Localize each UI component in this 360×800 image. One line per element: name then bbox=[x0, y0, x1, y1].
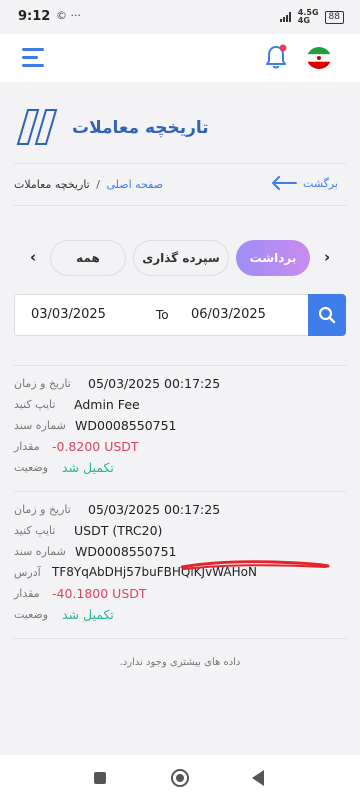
hamburger-menu-icon[interactable] bbox=[22, 48, 44, 68]
record-amount-row: مقدار -0.8200 USDT bbox=[14, 437, 346, 458]
amount-value: -0.8200 USDT bbox=[52, 439, 139, 454]
from-date-input[interactable]: 03/03/2025 bbox=[31, 307, 106, 322]
record-amount-row: مقدار -40.1800 USDT bbox=[14, 584, 346, 605]
divider bbox=[14, 163, 346, 164]
doc-number-value: WD0008550751 bbox=[75, 544, 177, 559]
record-status-row: وضعیت تکمیل شد bbox=[14, 605, 346, 626]
doc-number-value: WD0008550751 bbox=[75, 418, 177, 433]
doc-number-label: شماره سند bbox=[14, 545, 66, 558]
title-slashes-icon bbox=[16, 109, 58, 145]
network-type: 4.5G 4G bbox=[297, 8, 319, 25]
record-type-row: تایپ کنید USDT (TRC20) bbox=[14, 521, 346, 542]
redaction-scribble bbox=[180, 560, 330, 570]
type-value: Admin Fee bbox=[74, 397, 140, 412]
search-icon bbox=[318, 306, 336, 324]
status-value: تکمیل شد bbox=[62, 607, 114, 622]
record-datetime-row: تاریخ و زمان 05/03/2025 00:17:25 bbox=[14, 374, 346, 395]
divider bbox=[14, 365, 346, 366]
back-button-label: برگشت bbox=[303, 176, 338, 190]
datetime-label: تاریخ و زمان bbox=[14, 503, 71, 516]
page-title: تاریخچه معاملات bbox=[72, 118, 209, 138]
type-value: USDT (TRC20) bbox=[74, 523, 163, 538]
notification-icons: © ··· bbox=[56, 9, 81, 22]
datetime-value: 05/03/2025 00:17:25 bbox=[88, 502, 221, 517]
status-bar: 9:12 © ··· 4.5G 4G 88 bbox=[0, 0, 360, 34]
status-label: وضعیت bbox=[14, 608, 49, 621]
datetime-value: 05/03/2025 00:17:25 bbox=[88, 376, 221, 391]
doc-number-label: شماره سند bbox=[14, 419, 66, 432]
date-range-filter: 03/03/2025 To 06/03/2025 bbox=[14, 294, 346, 336]
tabs-scroll-right-icon[interactable]: › bbox=[324, 248, 330, 266]
breadcrumb-row: صفحه اصلی / تاریخچه معاملات برگشت bbox=[0, 174, 360, 198]
tab-deposit[interactable]: سپرده گذاری bbox=[133, 240, 229, 276]
breadcrumb-home-link[interactable]: صفحه اصلی bbox=[106, 178, 163, 191]
notification-bell-icon[interactable] bbox=[264, 44, 288, 70]
status-right: 4.5G 4G 88 bbox=[279, 8, 344, 25]
breadcrumb-separator: / bbox=[96, 178, 100, 191]
tab-all[interactable]: همه bbox=[50, 240, 126, 276]
transaction-type-tabs: ‹ همه سپرده گذاری برداشت › bbox=[0, 240, 360, 278]
back-button[interactable]: برگشت bbox=[271, 176, 338, 190]
amount-value: -40.1800 USDT bbox=[52, 586, 147, 601]
status-value: تکمیل شد bbox=[62, 460, 114, 475]
datetime-label: تاریخ و زمان bbox=[14, 377, 71, 390]
type-label: تایپ کنید bbox=[14, 524, 56, 537]
home-icon[interactable] bbox=[171, 769, 189, 787]
back-triangle-icon[interactable] bbox=[252, 770, 264, 786]
divider bbox=[14, 491, 346, 492]
iran-flag-icon[interactable] bbox=[307, 47, 331, 69]
address-label: آدرس bbox=[14, 566, 41, 579]
no-more-data-message: داده های بیشتری وجود ندارد. bbox=[119, 657, 241, 668]
transaction-record: تاریخ و زمان 05/03/2025 00:17:25 تایپ کن… bbox=[14, 374, 346, 479]
status-label: وضعیت bbox=[14, 461, 49, 474]
record-type-row: تایپ کنید Admin Fee bbox=[14, 395, 346, 416]
record-datetime-row: تاریخ و زمان 05/03/2025 00:17:25 bbox=[14, 500, 346, 521]
amount-label: مقدار bbox=[14, 587, 40, 600]
battery-icon: 88 bbox=[324, 10, 344, 24]
to-label: To bbox=[156, 308, 169, 322]
app-header bbox=[0, 34, 360, 82]
record-status-row: وضعیت تکمیل شد bbox=[14, 458, 346, 479]
page-title-section: تاریخچه معاملات bbox=[0, 108, 360, 152]
system-nav-bar bbox=[0, 755, 360, 800]
breadcrumb: صفحه اصلی / تاریخچه معاملات bbox=[14, 178, 163, 191]
amount-label: مقدار bbox=[14, 440, 40, 453]
signal-icon bbox=[279, 12, 291, 22]
search-button[interactable] bbox=[308, 294, 346, 336]
arrow-left-icon bbox=[272, 176, 298, 190]
breadcrumb-current: تاریخچه معاملات bbox=[14, 178, 90, 191]
to-date-input[interactable]: 06/03/2025 bbox=[191, 307, 266, 322]
divider bbox=[14, 205, 346, 206]
type-label: تایپ کنید bbox=[14, 398, 56, 411]
status-time: 9:12 bbox=[18, 9, 51, 24]
tab-withdraw[interactable]: برداشت bbox=[236, 240, 310, 276]
recent-apps-icon[interactable] bbox=[94, 772, 106, 784]
tabs-scroll-left-icon[interactable]: ‹ bbox=[30, 248, 36, 266]
divider bbox=[14, 638, 346, 639]
record-doc-row: شماره سند WD0008550751 bbox=[14, 416, 346, 437]
